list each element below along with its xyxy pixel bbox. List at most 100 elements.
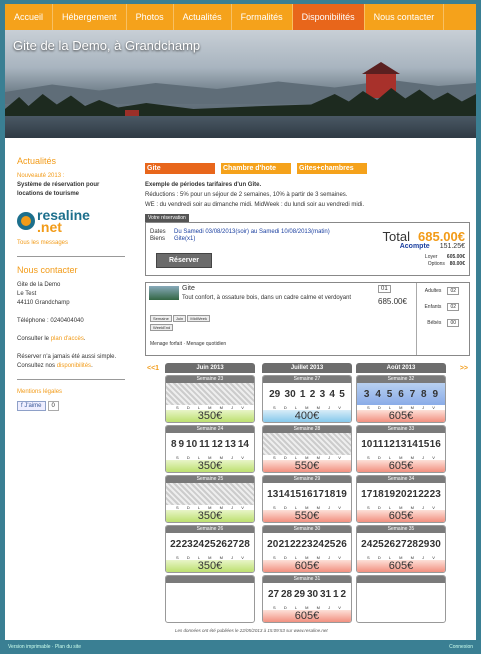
login-link[interactable]: Connexion [449, 644, 473, 650]
tab-gites-chambres[interactable]: Gites+chambres [297, 163, 367, 174]
menage-forfait-option[interactable]: Menage forfait [150, 341, 182, 347]
reserve-button[interactable]: Réserver [156, 253, 212, 268]
dates-value: Du Samedi 03/08/2013(soir) au Samedi 10/… [174, 229, 330, 235]
dates-label: Dates [150, 229, 166, 235]
week-cell[interactable]: Semaine 31 27 28 29 30 31 1 2 S D L M M J V 605€ [262, 575, 352, 623]
tarif-semaine: Semaine [150, 315, 172, 322]
day-number: 24 [312, 538, 324, 550]
resaline-logo[interactable]: resaline .net [17, 208, 125, 234]
day-number: 9 [178, 438, 185, 450]
biens-value: Gite(x1) [174, 236, 196, 242]
week-price: 350€ [166, 460, 254, 472]
day-number: 4 [329, 388, 335, 400]
week-price: 350€ [166, 410, 254, 422]
week-price: 400€ [263, 410, 351, 422]
week-price: 605€ [357, 510, 445, 522]
legal-link[interactable]: Mentions légales [17, 388, 125, 397]
footer-links[interactable]: Version imprimable · Plan du site [8, 644, 81, 650]
week-title: Semaine 28 [263, 426, 351, 433]
day-number: 26 [215, 538, 227, 550]
day-number: 27 [227, 538, 239, 550]
calendar-prev-button[interactable]: <<1 [147, 365, 159, 372]
sidebar: Actualités Nouveauté 2013 : Système de r… [17, 156, 125, 411]
calendar-next-button[interactable]: >> [460, 365, 468, 372]
enfants-select[interactable]: Enfants 02 [424, 303, 459, 311]
week-days [166, 483, 254, 505]
news-label: Nouveauté 2013 : [17, 173, 65, 179]
nav-item[interactable]: Hébergement [53, 4, 127, 30]
week-empty[interactable] [356, 575, 446, 623]
week-title [166, 576, 254, 583]
day-number: 17 [361, 488, 373, 500]
tarif-legend: Semaine Juin MidWeek WeekEnd [150, 315, 210, 333]
week-price: 550€ [263, 510, 351, 522]
total-value: 685.00€ [418, 229, 465, 244]
reservation-label: Votre réservation [145, 214, 189, 222]
nav-item[interactable]: Formalités [232, 4, 293, 30]
day-number: 5 [339, 388, 345, 400]
menage-quotidien-option[interactable]: Menage quotidien [186, 341, 226, 347]
week-title: Semaine 29 [263, 476, 351, 483]
day-number: 23 [429, 488, 441, 500]
bebes-select[interactable]: Bébés 00 [427, 319, 459, 327]
news-text: Nouveauté 2013 : Système de réservation … [17, 172, 125, 199]
week-cell[interactable]: Semaine 28 S D L M M J V 550€ [262, 425, 352, 473]
week-price: 605€ [357, 410, 445, 422]
day-number: 27 [267, 588, 280, 600]
day-number: 15 [289, 488, 302, 500]
day-number: 13 [224, 438, 236, 450]
availability-link[interactable]: disponibilités [57, 363, 91, 369]
nav-item[interactable]: Actualités [174, 4, 232, 30]
map-link[interactable]: plan d'accès [51, 336, 84, 342]
day-number: 5 [386, 388, 393, 400]
tab-chambre-hote[interactable]: Chambre d'hote [221, 163, 291, 174]
enfants-value: 02 [447, 303, 459, 311]
day-number: 12 [211, 438, 223, 450]
week-title: Semaine 32 [357, 376, 445, 383]
week-cell[interactable]: Semaine 35 24 25 26 27 28 29 30 S D L M M J V 605€ [356, 525, 446, 573]
facebook-like-button[interactable]: f J'aime [17, 401, 46, 411]
week-cell[interactable]: Semaine 26 22 23 24 25 26 27 28 S D L M M J V 350€ [165, 525, 255, 573]
week-cell[interactable]: Semaine 23 S D L M M J V 350€ [165, 375, 255, 423]
menage-options: Menage forfait · Menage quotidien [150, 341, 227, 347]
day-number: 23 [301, 538, 313, 550]
nav-item[interactable]: Nous contacter [365, 4, 445, 30]
day-number: 14 [278, 488, 290, 500]
all-messages-link[interactable]: Tous les messages [17, 239, 125, 248]
acompte-value: 151.25€ [439, 243, 465, 250]
footer: Version imprimable · Plan du site Connex… [0, 640, 481, 654]
week-days: 10 11 12 13 14 15 16 [357, 433, 445, 455]
loyer-value: 605.00€ [446, 254, 465, 260]
week-cell[interactable]: Semaine 33 10 11 12 13 14 15 16 S D L M M J V 605€ [356, 425, 446, 473]
week-days [166, 383, 254, 405]
day-number: 19 [383, 488, 396, 500]
page-frame: Accueil Hébergement Photos Actualités Formal… [5, 4, 476, 640]
loyer-label: Loyer [424, 254, 438, 260]
biens-label: Biens [150, 236, 166, 242]
week-cell[interactable]: Semaine 30 20 21 22 23 24 25 26 S D L M M J V 605€ [262, 525, 352, 573]
day-number: 8 [170, 438, 177, 450]
tab-gite[interactable]: Gite [145, 163, 215, 174]
week-cell[interactable]: Semaine 27 29 30 1 2 3 4 5 S D L M M J V 400€ [262, 375, 352, 423]
day-number: 15 [418, 438, 430, 450]
week-price: 605€ [263, 610, 351, 622]
gite-quantity-select[interactable]: 01 [378, 285, 391, 293]
tarif-midweek: MidWeek [187, 315, 210, 322]
week-cell[interactable]: Semaine 25 S D L M M J V 350€ [165, 475, 255, 523]
main-nav: Accueil Hébergement Photos Actualités Formal… [5, 4, 476, 30]
month-header: Juillet 2013 [262, 363, 352, 373]
nav-item[interactable]: Accueil [5, 4, 54, 30]
day-number: 10 [186, 438, 198, 450]
week-title: Semaine 30 [263, 526, 351, 533]
week-cell[interactable]: Semaine 29 13 14 15 16 17 18 19 S D L M M J V 550€ [262, 475, 352, 523]
week-cell[interactable]: Semaine 32 3 4 5 6 7 8 9 S D L M M J V 605€ [356, 375, 446, 423]
nav-item[interactable]: Photos [127, 4, 174, 30]
nav-item[interactable]: Disponibilités [292, 4, 365, 30]
adultes-select[interactable]: Adultes 02 [425, 287, 459, 295]
banner-title: Gite de la Demo, à Grandchamp [13, 38, 201, 53]
day-number: 14 [237, 438, 249, 450]
week-cell[interactable]: Semaine 24 8 9 10 11 12 13 14 S D L M M J V 350€ [165, 425, 255, 473]
week-empty[interactable] [165, 575, 255, 623]
week-title: Semaine 26 [166, 526, 254, 533]
week-cell[interactable]: Semaine 34 17 18 19 20 21 22 23 S D L M M J V 605€ [356, 475, 446, 523]
